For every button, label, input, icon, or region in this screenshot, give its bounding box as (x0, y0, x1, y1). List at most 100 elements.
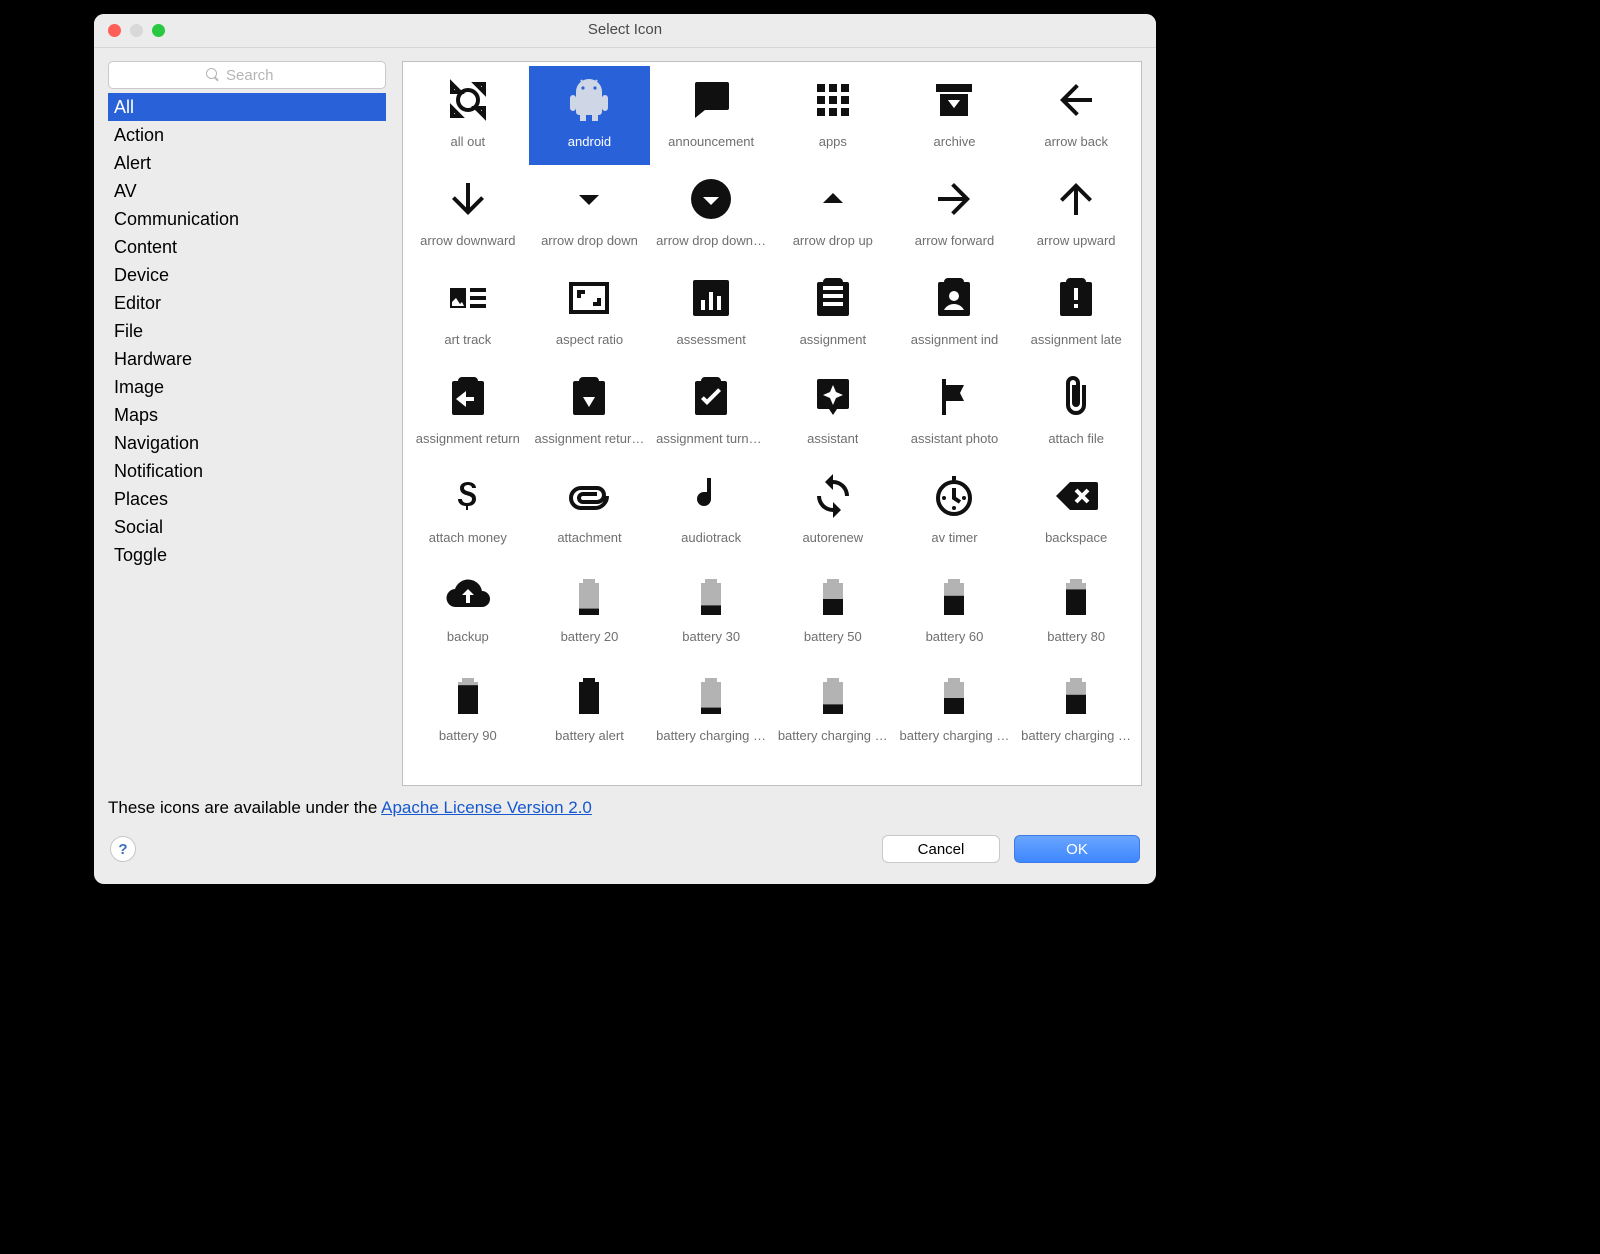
backup-icon (442, 569, 494, 621)
icon-cell[interactable]: assignment late (1015, 264, 1137, 363)
category-item[interactable]: Hardware (108, 345, 386, 373)
icon-cell[interactable]: assignment ind (894, 264, 1016, 363)
category-item[interactable]: Action (108, 121, 386, 149)
icon-cell[interactable]: arrow drop up (772, 165, 894, 264)
icon-cell[interactable]: arrow downward (407, 165, 529, 264)
icon-cell[interactable]: arrow drop down (529, 165, 651, 264)
assistant-icon (807, 371, 859, 423)
icon-cell[interactable]: battery 30 (650, 561, 772, 660)
icon-cell[interactable]: aspect ratio (529, 264, 651, 363)
icon-cell[interactable]: art track (407, 264, 529, 363)
assistant-photo-icon (928, 371, 980, 423)
category-item[interactable]: AV (108, 177, 386, 205)
battery-icon (928, 668, 980, 720)
art-track-icon (442, 272, 494, 324)
icon-cell[interactable]: assignment (772, 264, 894, 363)
icon-label: battery charging 20 (656, 728, 766, 743)
icon-label: arrow forward (915, 233, 994, 248)
category-item[interactable]: Alert (108, 149, 386, 177)
icon-label: assistant (807, 431, 858, 446)
icon-cell[interactable]: archive (894, 66, 1016, 165)
icon-label: battery charging 50 (899, 728, 1009, 743)
select-icon-dialog: Select Icon AllActionAlertAVCommunicatio… (94, 14, 1156, 884)
icon-cell[interactable]: av timer (894, 462, 1016, 561)
category-item[interactable]: Editor (108, 289, 386, 317)
category-item[interactable]: Communication (108, 205, 386, 233)
icon-cell[interactable]: assessment (650, 264, 772, 363)
battery-icon (685, 668, 737, 720)
icon-label: arrow back (1044, 134, 1108, 149)
icon-label: assessment (676, 332, 745, 347)
ok-button[interactable]: OK (1014, 835, 1140, 863)
icon-cell[interactable]: backspace (1015, 462, 1137, 561)
icon-cell[interactable]: announcement (650, 66, 772, 165)
category-item[interactable]: Content (108, 233, 386, 261)
category-item[interactable]: Navigation (108, 429, 386, 457)
icon-cell[interactable]: attach file (1015, 363, 1137, 462)
icon-label: apps (819, 134, 847, 149)
category-item[interactable]: Device (108, 261, 386, 289)
icon-cell[interactable]: assistant (772, 363, 894, 462)
icon-cell[interactable]: battery 80 (1015, 561, 1137, 660)
icon-cell[interactable]: battery 90 (407, 660, 529, 759)
icon-cell[interactable]: assignment returned (529, 363, 651, 462)
dialog-footer: ? Cancel OK (94, 822, 1156, 884)
icon-cell[interactable]: audiotrack (650, 462, 772, 561)
av-timer-icon (928, 470, 980, 522)
icon-cell[interactable]: arrow upward (1015, 165, 1137, 264)
icon-cell[interactable]: battery 20 (529, 561, 651, 660)
icon-cell[interactable]: battery charging 30 (772, 660, 894, 759)
arrow-drop-down-icon (563, 173, 615, 225)
icon-cell[interactable]: battery alert (529, 660, 651, 759)
icon-cell[interactable]: arrow drop down circle (650, 165, 772, 264)
category-item[interactable]: File (108, 317, 386, 345)
license-link[interactable]: Apache License Version 2.0 (381, 798, 592, 817)
window-title: Select Icon (94, 21, 1156, 38)
icon-label: art track (444, 332, 491, 347)
icon-cell[interactable]: arrow back (1015, 66, 1137, 165)
aspect-ratio-icon (563, 272, 615, 324)
assignment-icon (807, 272, 859, 324)
arrow-back-icon (1050, 74, 1102, 126)
icon-label: announcement (668, 134, 754, 149)
icon-cell[interactable]: autorenew (772, 462, 894, 561)
announcement-icon (685, 74, 737, 126)
icon-cell[interactable]: battery 50 (772, 561, 894, 660)
battery-alert-icon (563, 668, 615, 720)
icon-cell[interactable]: apps (772, 66, 894, 165)
icon-label: battery 30 (682, 629, 740, 644)
icon-label: assignment ind (911, 332, 998, 347)
category-item[interactable]: Places (108, 485, 386, 513)
icon-cell[interactable]: android (529, 66, 651, 165)
category-item[interactable]: Notification (108, 457, 386, 485)
assignment-turned-in-icon (685, 371, 737, 423)
icon-cell[interactable]: arrow forward (894, 165, 1016, 264)
icon-label: arrow drop down (541, 233, 638, 248)
help-button[interactable]: ? (110, 836, 136, 862)
category-item[interactable]: Image (108, 373, 386, 401)
category-list: AllActionAlertAVCommunicationContentDevi… (108, 93, 386, 786)
category-item[interactable]: Maps (108, 401, 386, 429)
icon-label: battery 50 (804, 629, 862, 644)
icon-cell[interactable]: battery charging 50 (894, 660, 1016, 759)
icon-cell[interactable]: assignment turned in (650, 363, 772, 462)
icon-cell[interactable]: attachment (529, 462, 651, 561)
icon-label: attach file (1048, 431, 1104, 446)
icon-cell[interactable]: battery 60 (894, 561, 1016, 660)
category-item[interactable]: Social (108, 513, 386, 541)
search-icon (206, 68, 220, 82)
category-item[interactable]: All (108, 93, 386, 121)
icon-cell[interactable]: assistant photo (894, 363, 1016, 462)
icon-cell[interactable]: backup (407, 561, 529, 660)
icon-cell[interactable]: battery charging 20 (650, 660, 772, 759)
icon-cell[interactable]: assignment return (407, 363, 529, 462)
category-item[interactable]: Toggle (108, 541, 386, 569)
icon-cell[interactable]: attach money (407, 462, 529, 561)
arrow-drop-up-icon (807, 173, 859, 225)
icon-cell[interactable]: battery charging 60 (1015, 660, 1137, 759)
search-input[interactable] (224, 66, 288, 85)
icon-cell[interactable]: all out (407, 66, 529, 165)
search-field[interactable] (108, 61, 386, 89)
arrow-downward-icon (442, 173, 494, 225)
cancel-button[interactable]: Cancel (882, 835, 1000, 863)
